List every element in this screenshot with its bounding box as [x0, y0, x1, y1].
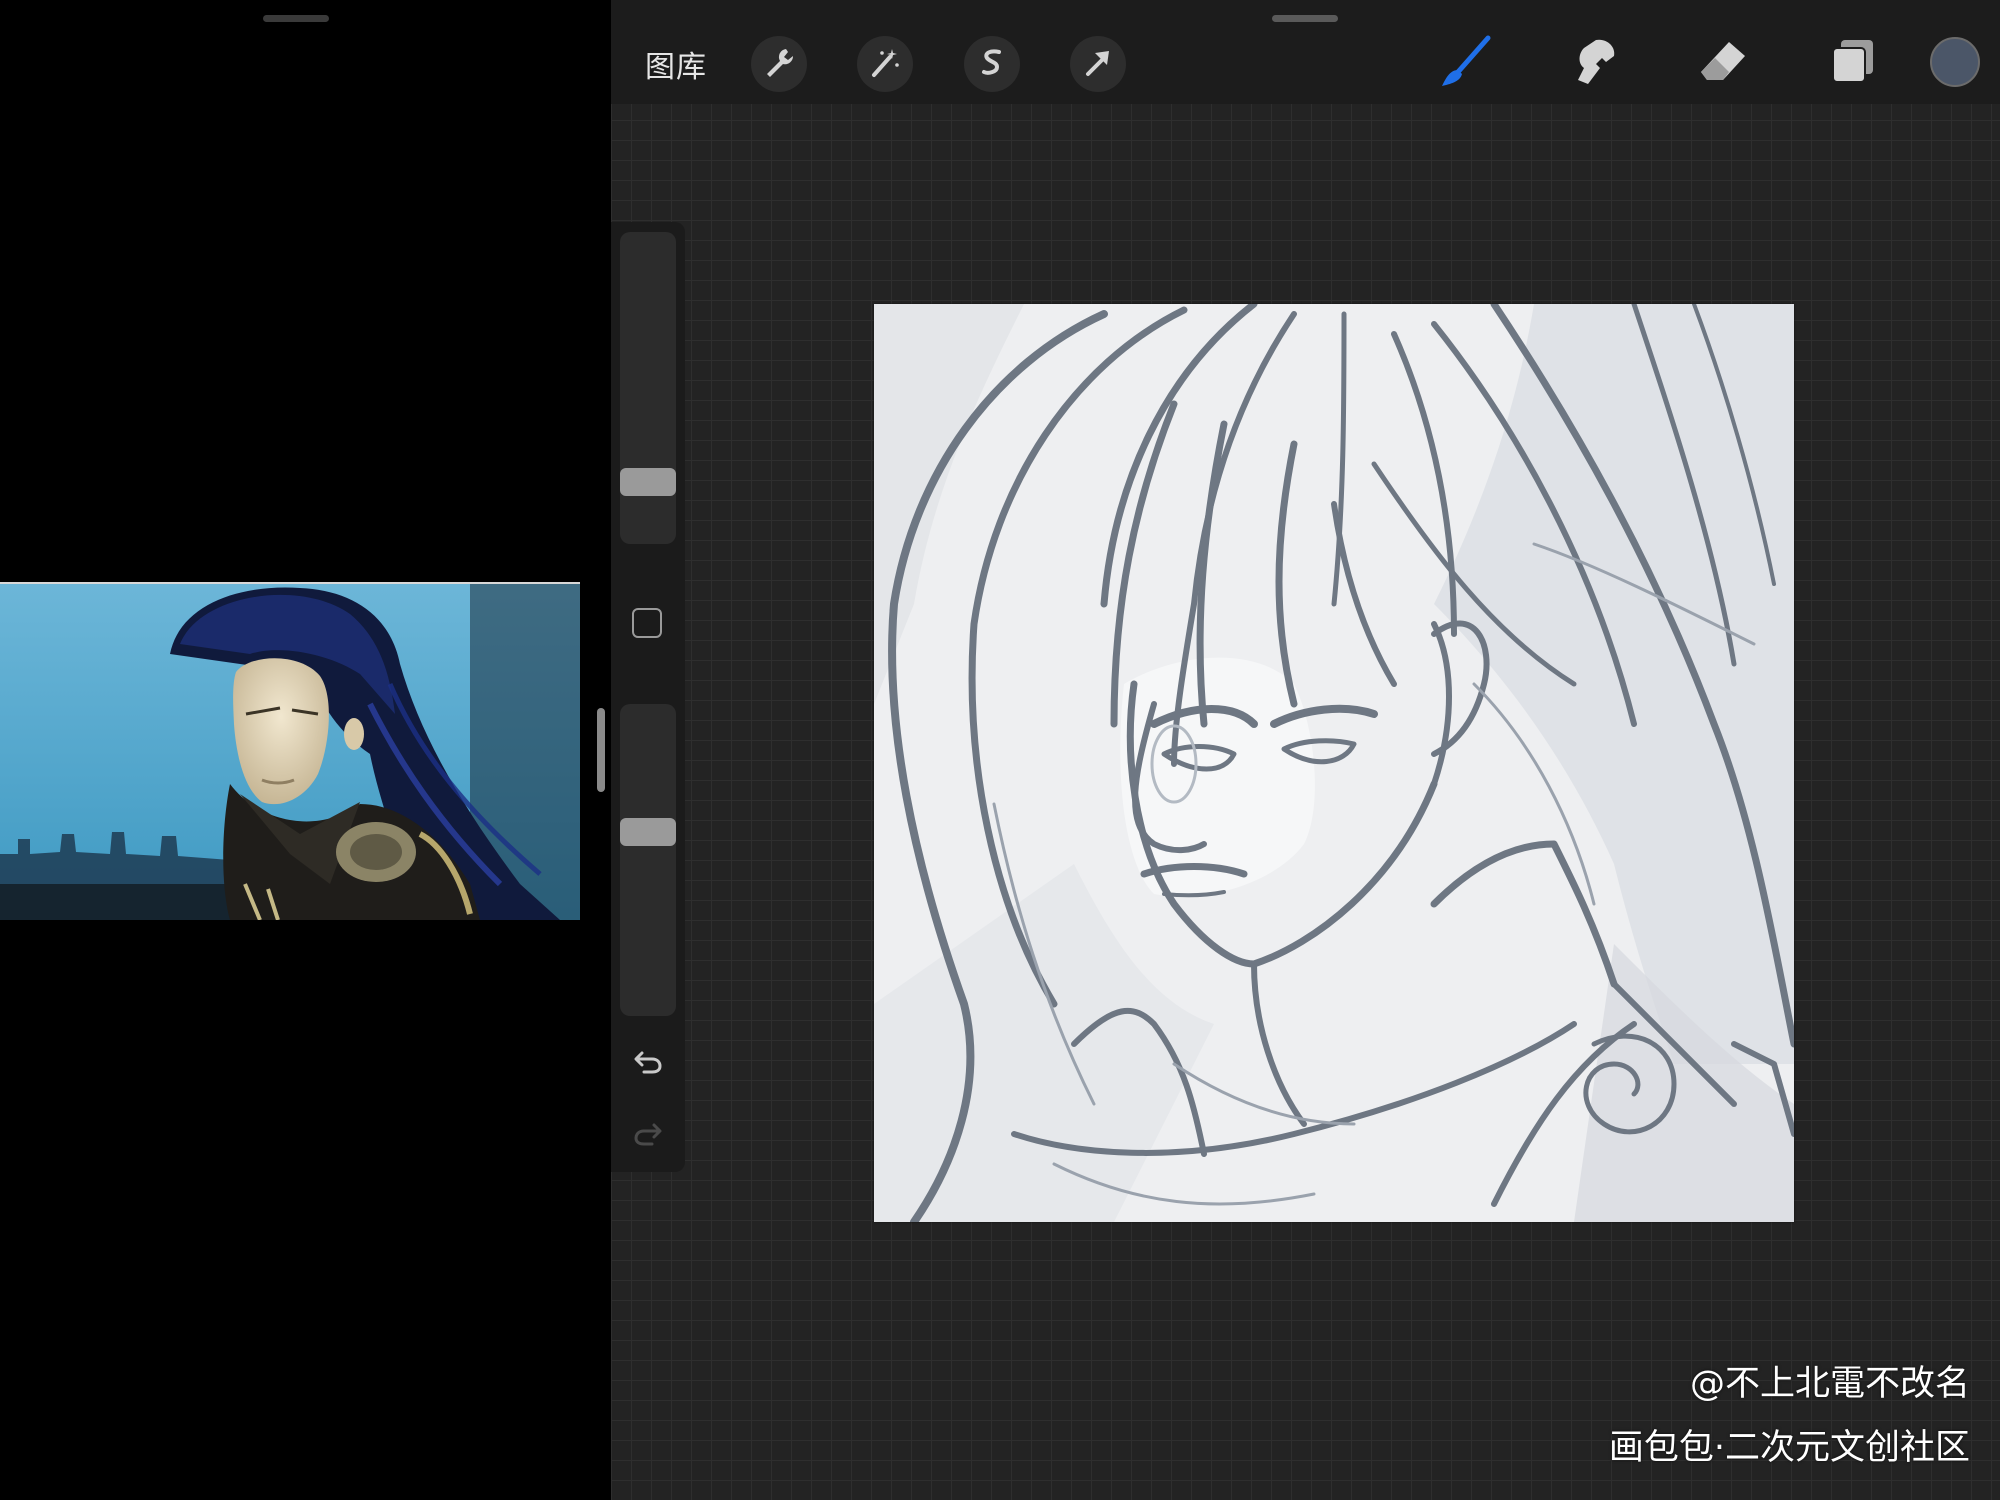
left-sidebar	[611, 222, 685, 1172]
reference-image	[0, 584, 580, 920]
undo-button[interactable]	[629, 1044, 667, 1082]
split-view-divider-handle[interactable]	[597, 708, 605, 792]
gallery-button[interactable]: 图库	[645, 42, 707, 86]
drawing-workspace: 图库 @不上北電不改名 画包包·二次元文创社区	[611, 0, 2000, 1500]
multitasking-grabber[interactable]	[1272, 15, 1338, 22]
drawing-canvas[interactable]	[874, 304, 1794, 1222]
brush-size-slider[interactable]	[620, 232, 676, 544]
watermark: @不上北電不改名 画包包·二次元文创社区	[1609, 1352, 1970, 1480]
redo-icon	[632, 1117, 664, 1153]
modify-button[interactable]	[632, 608, 662, 638]
watermark-site: 画包包·二次元文创社区	[1608, 1428, 1970, 1468]
magic-wand-icon	[868, 45, 902, 83]
opacity-slider[interactable]	[620, 704, 676, 1016]
layers-icon	[1825, 34, 1881, 94]
split-view-grabber[interactable]	[263, 15, 329, 22]
opacity-thumb[interactable]	[620, 817, 676, 846]
eraser-icon	[1695, 34, 1751, 94]
transform-button[interactable]	[1070, 36, 1126, 92]
actions-button[interactable]	[751, 36, 807, 92]
smudge-tool[interactable]	[1564, 34, 1624, 94]
sketch-artwork	[874, 304, 1794, 1222]
top-toolbar: 图库	[611, 0, 2000, 104]
smudge-icon	[1566, 34, 1622, 94]
reference-video-frame[interactable]	[0, 582, 580, 920]
reference-pane	[0, 0, 611, 1500]
brush-size-thumb[interactable]	[620, 467, 676, 496]
wrench-icon	[762, 45, 796, 83]
redo-button[interactable]	[629, 1116, 667, 1154]
eraser-tool[interactable]	[1693, 34, 1753, 94]
brush-icon	[1438, 34, 1494, 94]
selection-button[interactable]	[964, 36, 1020, 92]
layers-tool[interactable]	[1823, 34, 1883, 94]
watermark-author: @不上北電不改名	[1689, 1364, 1970, 1404]
adjustments-button[interactable]	[857, 36, 913, 92]
brush-tool[interactable]	[1436, 34, 1496, 94]
color-picker-swatch[interactable]	[1930, 37, 1980, 87]
undo-icon	[632, 1045, 664, 1081]
transform-arrow-icon	[1081, 45, 1115, 83]
selection-s-icon	[975, 45, 1009, 83]
